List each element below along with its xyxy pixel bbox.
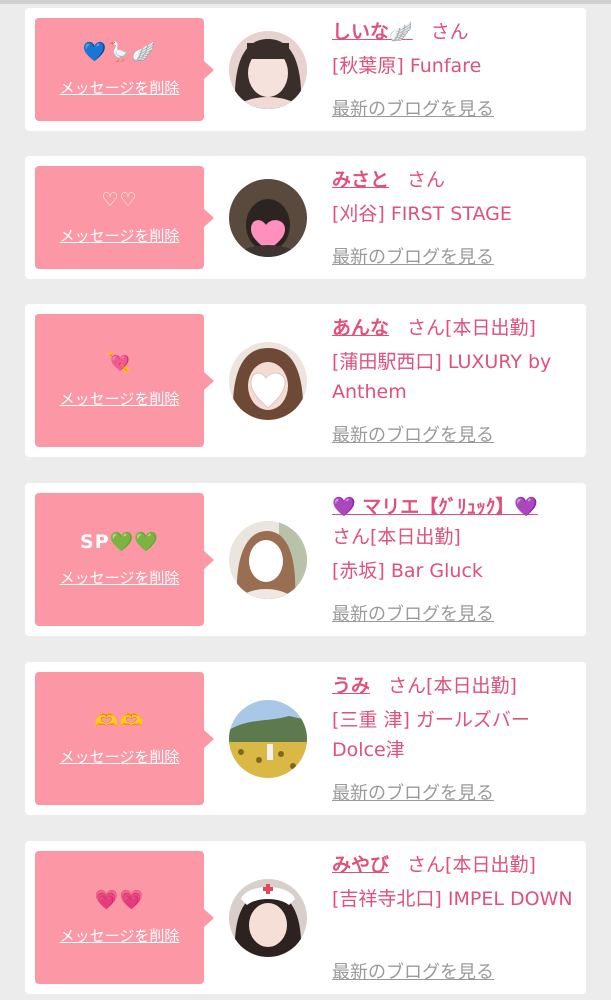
blog-link[interactable]: 最新のブログを見る: [332, 958, 494, 984]
blog-link[interactable]: 最新のブログを見る: [332, 600, 494, 626]
blog-link[interactable]: 最新のブログを見る: [332, 421, 494, 447]
avatar[interactable]: [229, 879, 307, 957]
delete-message-link[interactable]: メッセージを削除: [60, 388, 180, 409]
message-text: 💗💗: [94, 889, 145, 911]
status-text: [本日出勤]: [426, 675, 517, 697]
avatar[interactable]: [229, 31, 307, 109]
message-bubble: 💗💗 メッセージを削除: [35, 851, 214, 984]
message-bubble: 💙🪿🪽 メッセージを削除: [35, 18, 214, 121]
message-bubble: ♡♡ メッセージを削除: [35, 166, 214, 269]
status-text: [本日出勤]: [445, 854, 536, 876]
message-text: ♡♡: [101, 189, 138, 211]
list-item: ♡♡ メッセージを削除 みさと さん [刈谷] FIRST STAGE 最新のブロ…: [25, 156, 586, 279]
entry-info: みやび さん[本日出勤] [吉祥寺北口] IMPEL DOWN: [332, 850, 582, 914]
delete-message-link[interactable]: メッセージを削除: [60, 225, 180, 246]
message-text: 💙🪿🪽: [82, 41, 157, 63]
name-link[interactable]: みさと: [332, 169, 389, 191]
list-item: SP💚💚 メッセージを削除 💜 マリエ【ｸﾞﾘｭｯｸ】💜 さん[本日出勤] [赤…: [25, 483, 586, 636]
delete-message-link[interactable]: メッセージを削除: [60, 746, 180, 767]
san-label: さん: [388, 675, 427, 697]
entry-info: 💜 マリエ【ｸﾞﾘｭｯｸ】💜 さん[本日出勤] [赤坂] Bar Gluck: [332, 492, 582, 586]
entry-info: みさと さん [刈谷] FIRST STAGE: [332, 165, 582, 229]
entry-info: しいな🪽 さん [秋葉原] Funfare: [332, 17, 582, 81]
message-bubble: SP💚💚 メッセージを削除: [35, 493, 214, 626]
message-text: 🫶🫶: [94, 710, 145, 732]
list-item: 💗💗 メッセージを削除 みやび さん[本日出勤] [吉祥寺北口] IMPEL DO…: [25, 841, 586, 994]
blog-link[interactable]: 最新のブログを見る: [332, 243, 494, 269]
delete-message-link[interactable]: メッセージを削除: [60, 77, 180, 98]
shop-text: [赤坂] Bar Gluck: [332, 560, 483, 582]
san-label: さん: [332, 526, 371, 548]
blog-link[interactable]: 最新のブログを見る: [332, 779, 494, 805]
name-link[interactable]: しいな🪽: [332, 21, 413, 43]
avatar[interactable]: [229, 700, 307, 778]
san-label: さん: [407, 169, 446, 191]
delete-message-link[interactable]: メッセージを削除: [60, 567, 180, 588]
avatar[interactable]: [229, 342, 307, 420]
message-text: 💘: [107, 352, 132, 374]
status-text: [本日出勤]: [370, 526, 461, 548]
entry-info: あんな さん[本日出勤] [蒲田駅西口] LUXURY by Anthem: [332, 313, 582, 407]
san-label: さん: [430, 21, 469, 43]
san-label: さん: [407, 317, 446, 339]
name-link[interactable]: あんな: [332, 317, 389, 339]
avatar[interactable]: [229, 179, 307, 257]
shop-text: [三重 津] ガールズバーDolce津: [332, 709, 530, 761]
name-link[interactable]: うみ: [332, 675, 370, 697]
message-text: SP💚💚: [80, 531, 159, 553]
message-bubble: 💘 メッセージを削除: [35, 314, 214, 447]
list-item: 🫶🫶 メッセージを削除 うみ さん[本日出勤] [三重 津] ガールズバーDolc…: [25, 662, 586, 815]
name-link[interactable]: みやび: [332, 854, 389, 876]
entry-info: うみ さん[本日出勤] [三重 津] ガールズバーDolce津: [332, 671, 582, 765]
shop-text: [刈谷] FIRST STAGE: [332, 203, 512, 225]
blog-link[interactable]: 最新のブログを見る: [332, 95, 494, 121]
status-text: [本日出勤]: [445, 317, 536, 339]
list-item: 💙🪿🪽 メッセージを削除 しいな🪽 さん [秋葉原] Funfare 最新のブログ…: [25, 8, 586, 131]
avatar[interactable]: [229, 521, 307, 599]
shop-text: [秋葉原] Funfare: [332, 55, 482, 77]
top-bar: [0, 0, 611, 4]
shop-text: [蒲田駅西口] LUXURY by Anthem: [332, 351, 552, 403]
message-bubble: 🫶🫶 メッセージを削除: [35, 672, 214, 805]
delete-message-link[interactable]: メッセージを削除: [60, 925, 180, 946]
shop-text: [吉祥寺北口] IMPEL DOWN: [332, 888, 573, 910]
san-label: さん: [407, 854, 446, 876]
name-link[interactable]: 💜 マリエ【ｸﾞﾘｭｯｸ】💜: [332, 496, 538, 518]
list-item: 💘 メッセージを削除 あんな さん[本日出勤] [蒲田駅西口] LUXURY by…: [25, 304, 586, 457]
